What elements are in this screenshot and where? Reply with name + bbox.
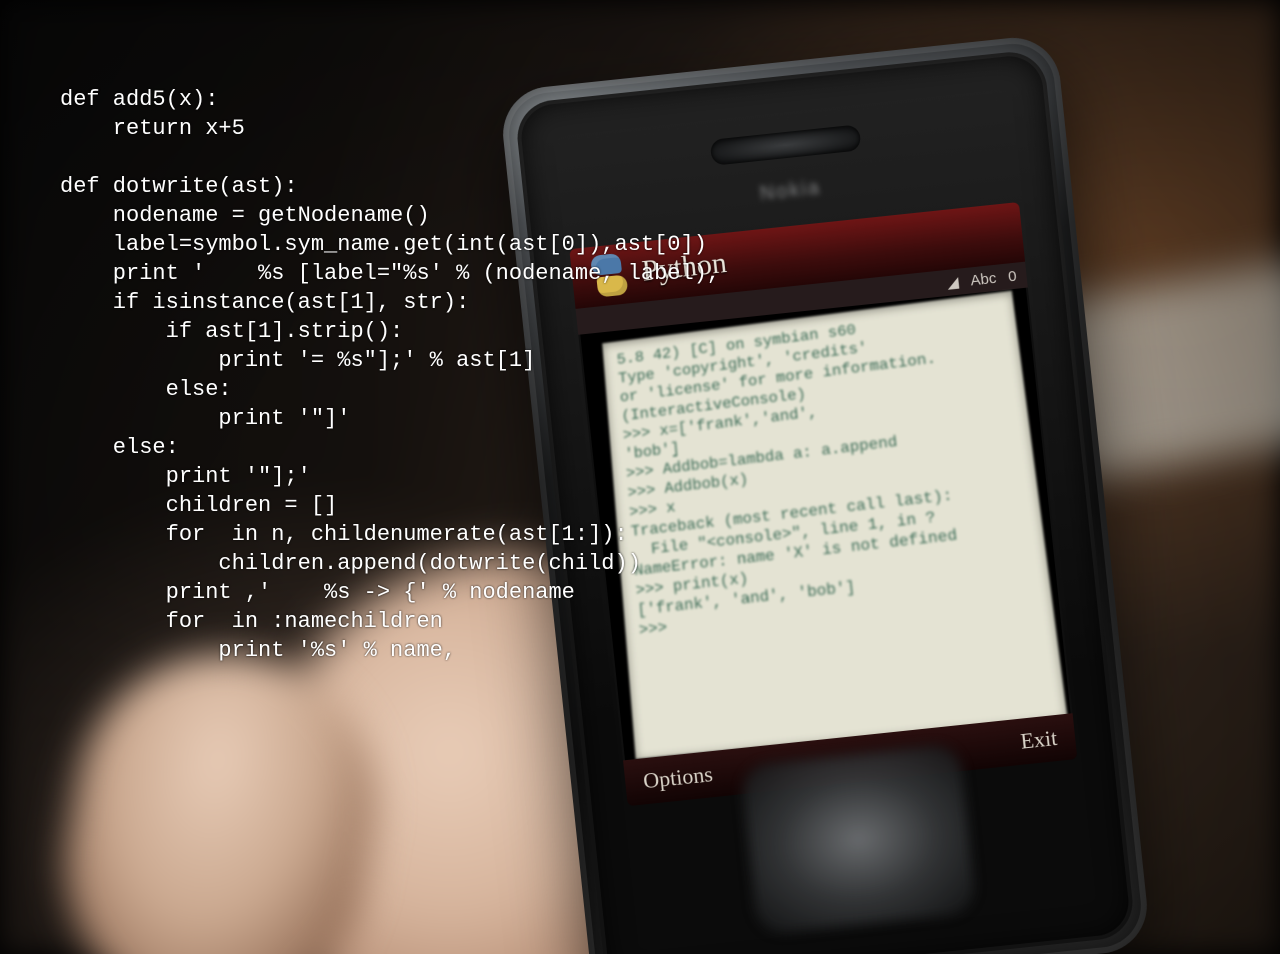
phone-brand: Nokia — [759, 177, 822, 206]
softkey-options[interactable]: Options — [642, 761, 714, 794]
signal-icon: ◢ — [946, 273, 959, 292]
earpiece — [710, 124, 862, 166]
input-mode: Abc — [970, 269, 997, 289]
softkey-exit[interactable]: Exit — [1019, 725, 1058, 755]
code-overlay: def add5(x): return x+5 def dotwrite(ast… — [60, 85, 720, 665]
counter: 0 — [1007, 267, 1017, 285]
scene: Nokia Python ◢ Abc 0 5.8 42) [C] on symb… — [0, 0, 1280, 954]
dpad[interactable] — [740, 743, 977, 935]
